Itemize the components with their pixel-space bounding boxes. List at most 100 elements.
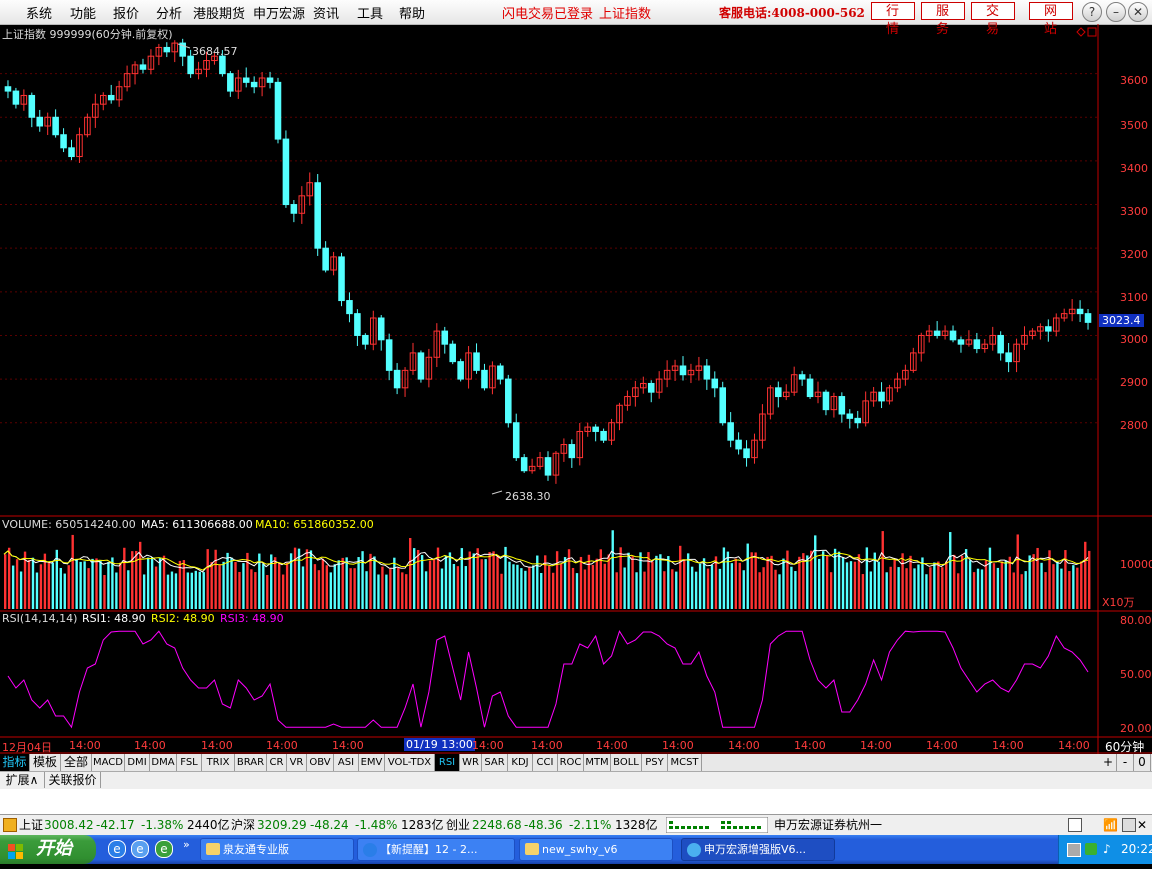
tab-cci[interactable]: CCI	[533, 754, 558, 771]
taskbar-item-swhy[interactable]: 申万宏源增强版V6...	[681, 838, 835, 861]
taskbar-item-quanyoutong[interactable]: 泉友通专业版	[200, 838, 354, 861]
volume-bar	[71, 534, 74, 609]
menu-info[interactable]: 资讯	[313, 3, 339, 22]
price-tick: 3100	[1120, 291, 1148, 304]
market-button[interactable]: 行情	[871, 2, 915, 37]
tab-wr[interactable]: WR	[460, 754, 482, 771]
tab-boll[interactable]: BOLL	[611, 754, 642, 771]
browser-icon[interactable]: e	[131, 840, 149, 858]
tab-rsi[interactable]: RSI	[435, 754, 460, 771]
volume-bar	[631, 556, 634, 609]
quicklaunch-expand-icon[interactable]: »	[183, 838, 190, 851]
tab-expand[interactable]: 扩展∧	[0, 772, 45, 788]
kline-chart-svg[interactable]	[0, 24, 1152, 756]
dock-icon[interactable]	[1122, 818, 1136, 832]
volume-bar	[405, 574, 408, 609]
volume-bar	[341, 557, 344, 609]
volume-bar	[345, 557, 348, 609]
tab-mcst[interactable]: MCST	[668, 754, 702, 771]
quicklaunch-icon[interactable]: e	[155, 840, 173, 858]
volume-bar	[385, 574, 388, 609]
time-label: 14:00	[728, 739, 760, 752]
period-selector[interactable]: 60分钟	[1105, 738, 1144, 755]
zoom-out-button[interactable]: -	[1117, 754, 1134, 771]
tab-related-quotes[interactable]: 关联报价	[45, 772, 101, 788]
volume-bar	[865, 547, 869, 609]
menu-hk-futures[interactable]: 港股期货	[193, 3, 245, 22]
volume-bar	[933, 562, 936, 609]
tray-volume-icon[interactable]: ♪	[1103, 842, 1111, 856]
menu-system[interactable]: 系统	[26, 3, 52, 22]
volume-bar	[35, 572, 39, 609]
volume-bar	[313, 564, 317, 609]
volume-bar	[242, 563, 245, 609]
volume-bar	[373, 556, 376, 609]
service-button[interactable]: 服务	[921, 2, 965, 37]
tab-sar[interactable]: SAR	[482, 754, 508, 771]
volume-bar	[571, 567, 575, 609]
tab-dmi[interactable]: DMI	[125, 754, 150, 771]
tab-roc[interactable]: ROC	[558, 754, 584, 771]
time-label: 14:00	[531, 739, 563, 752]
tab-trix[interactable]: TRIX	[202, 754, 235, 771]
menu-analysis[interactable]: 分析	[156, 3, 182, 22]
chart-area[interactable]: 上证指数 999999(60分钟.前复权) 3684.57 2638.30 36…	[0, 24, 1152, 756]
menu-help[interactable]: 帮助	[399, 3, 425, 22]
menu-quotes[interactable]: 报价	[113, 3, 139, 22]
candle-body	[346, 300, 353, 315]
tab-template[interactable]: 模板	[30, 754, 61, 771]
taskbar-item-reminder[interactable]: 【新提醒】12 - 2...	[357, 838, 515, 861]
volume-bar	[266, 574, 269, 609]
candle-body	[60, 134, 67, 149]
menu-swhy[interactable]: 申万宏源	[253, 3, 305, 22]
volume-unit: X10万	[1102, 596, 1135, 609]
tab-vol-tdx[interactable]: VOL-TDX	[385, 754, 435, 771]
volume-bar	[409, 537, 412, 609]
minimize-icon[interactable]: –	[1106, 2, 1126, 22]
tab-mtm[interactable]: MTM	[584, 754, 611, 771]
status-close-icon[interactable]: ✕	[1137, 815, 1147, 835]
candle-body	[846, 413, 854, 419]
tab-asi[interactable]: ASI	[334, 754, 359, 771]
candle-body	[219, 55, 226, 75]
tray-window-icon[interactable]	[1067, 843, 1081, 857]
tab-vr[interactable]: VR	[287, 754, 307, 771]
close-icon[interactable]: ✕	[1128, 2, 1148, 22]
tab-all[interactable]: 全部	[61, 754, 92, 771]
window-icon[interactable]	[1068, 818, 1082, 832]
sh-index-pct: -1.38%	[141, 818, 184, 832]
tab-emv[interactable]: EMV	[359, 754, 385, 771]
trade-button[interactable]: 交易	[971, 2, 1015, 37]
help-icon[interactable]: ?	[1082, 2, 1102, 22]
volume-bar	[420, 555, 424, 609]
start-button[interactable]: 开始	[0, 835, 96, 864]
candle-body	[385, 339, 393, 371]
volume-bar	[488, 552, 491, 609]
menu-tools[interactable]: 工具	[357, 3, 383, 22]
reset-zoom-button[interactable]: 0	[1134, 754, 1151, 771]
volume-bar	[845, 562, 849, 609]
volume-bar	[31, 557, 35, 609]
taskbar-item-folder[interactable]: new_swhy_v6	[519, 838, 673, 861]
volume-bar	[984, 560, 988, 609]
sh-index-price: 3008.42	[44, 818, 94, 832]
ie-icon[interactable]: e	[108, 840, 126, 858]
time-label: 14:00	[266, 739, 298, 752]
price-panel-title: 上证指数 999999(60分钟.前复权)	[2, 28, 173, 41]
tab-brar[interactable]: BRAR	[235, 754, 267, 771]
volume-bar	[277, 562, 281, 609]
tab-cr[interactable]: CR	[267, 754, 287, 771]
tray-shield-icon[interactable]	[1085, 843, 1097, 855]
tab-kdj[interactable]: KDJ	[508, 754, 533, 771]
website-button[interactable]: 网站	[1029, 2, 1073, 37]
zoom-in-button[interactable]: +	[1100, 754, 1117, 771]
tab-psy[interactable]: PSY	[642, 754, 668, 771]
volume-bar	[941, 567, 944, 609]
tab-dma[interactable]: DMA	[150, 754, 177, 771]
tab-indicator[interactable]: 指标	[0, 754, 30, 771]
volume-bar	[27, 560, 31, 609]
tab-fsl[interactable]: FSL	[177, 754, 202, 771]
menu-functions[interactable]: 功能	[70, 3, 96, 22]
tab-macd[interactable]: MACD	[92, 754, 125, 771]
tab-obv[interactable]: OBV	[307, 754, 334, 771]
